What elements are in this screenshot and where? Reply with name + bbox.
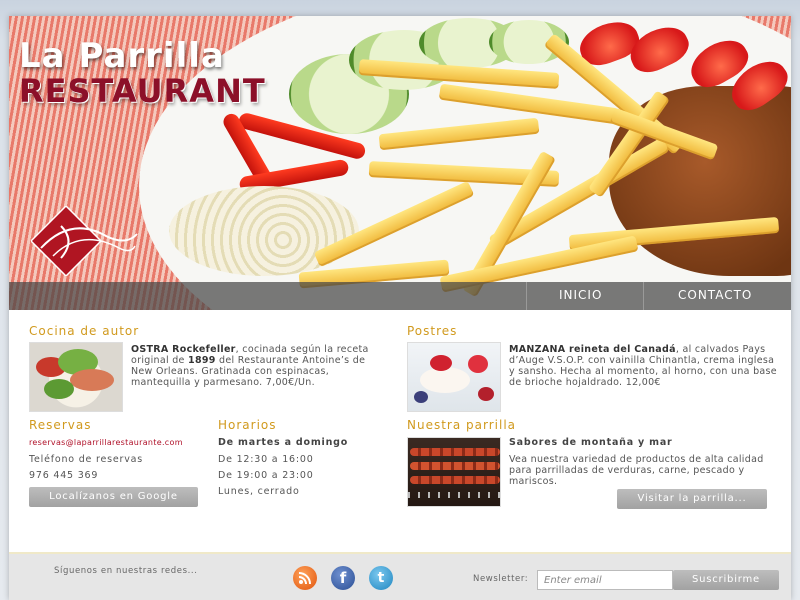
cocina-price: 7,00€/Un. [265, 377, 315, 388]
postres-description: MANZANA reineta del Canadá, al calvados … [509, 344, 777, 388]
nav-divider [526, 282, 527, 310]
cocina-section-title: Cocina de autor [29, 324, 140, 338]
ostra-dish-image [29, 342, 123, 412]
subscribe-button[interactable]: Suscribirme [673, 570, 779, 590]
horarios-slot-1: De 12:30 a 16:00 [218, 454, 314, 465]
cocina-description: OSTRA Rockefeller, cocinada según la rec… [131, 344, 381, 388]
page-container: La Parrilla RESTAURANT INICIO CONTACTO C… [9, 16, 791, 600]
parrilla-section-title: Nuestra parrilla [407, 418, 517, 432]
cocina-dish-name: OSTRA Rockefeller [131, 344, 236, 355]
horarios-closed: Lunes, cerrado [218, 486, 300, 497]
visitar-parrilla-button[interactable]: Visitar la parrilla... [617, 489, 767, 509]
facebook-icon[interactable]: f [331, 566, 355, 590]
reservas-phone-label: Teléfono de reservas [29, 454, 144, 465]
reservas-section-title: Reservas [29, 418, 92, 432]
rss-icon[interactable] [293, 566, 317, 590]
follow-us-text: Síguenos en nuestras redes... [54, 566, 198, 576]
postres-dish-name: MANZANA reineta del Canadá [509, 344, 676, 355]
site-title-line2: RESTAURANT [19, 72, 266, 110]
hero-banner: La Parrilla RESTAURANT INICIO CONTACTO [9, 16, 791, 310]
postres-section-title: Postres [407, 324, 458, 338]
twitter-icon[interactable]: t [369, 566, 393, 590]
newsletter-label: Newsletter: [473, 574, 529, 584]
parrilla-subtitle: Sabores de montaña y mar [509, 437, 673, 448]
horarios-section-title: Horarios [218, 418, 277, 432]
main-nav: INICIO CONTACTO [9, 282, 791, 310]
parrilla-skewers-image [407, 437, 501, 507]
site-title-line1: La Parrilla [19, 36, 225, 76]
nav-contacto-link[interactable]: CONTACTO [678, 288, 752, 302]
nav-divider [643, 282, 644, 310]
parrilla-description: Vea nuestra variedad de productos de alt… [509, 454, 764, 487]
postres-price: 12,00€ [625, 377, 661, 388]
google-maps-button[interactable]: Localízanos en Google [29, 487, 198, 507]
footer: Síguenos en nuestras redes... f t Newsle… [9, 552, 791, 600]
postre-dish-image [407, 342, 501, 412]
restaurant-logo-icon [31, 206, 138, 276]
reservas-email-link[interactable]: reservas@laparrillarestaurante.com [29, 438, 183, 447]
onion-image [169, 186, 359, 276]
horarios-days: De martes a domingo [218, 437, 349, 448]
newsletter-email-input[interactable] [537, 570, 673, 590]
horarios-slot-2: De 19:00 a 23:00 [218, 470, 314, 481]
reservas-phone: 976 445 369 [29, 470, 99, 481]
nav-inicio-link[interactable]: INICIO [559, 288, 602, 302]
cocina-year: 1899 [188, 355, 216, 366]
